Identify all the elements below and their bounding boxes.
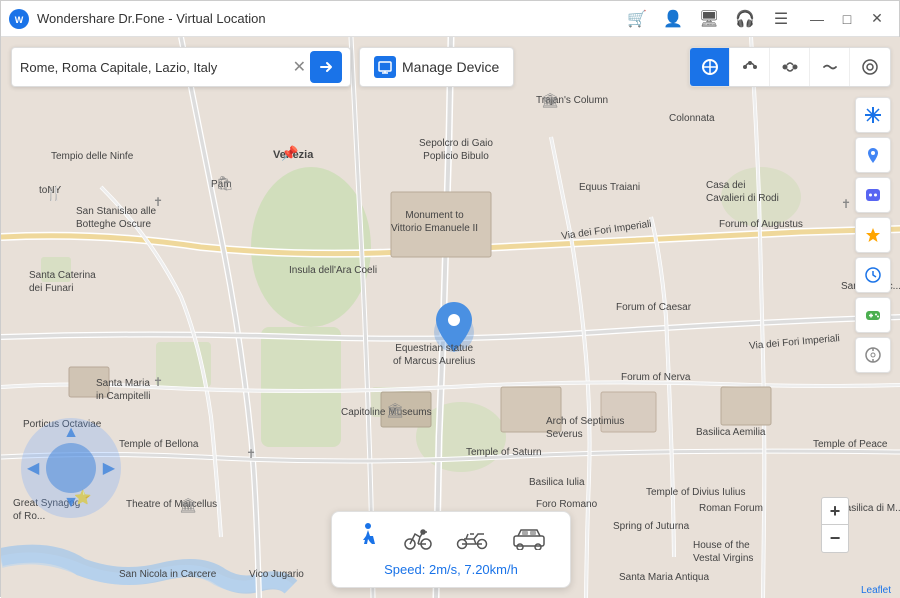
search-box: ✕ (11, 47, 351, 87)
car-mode-button[interactable] (512, 526, 546, 550)
headphone-icon-btn[interactable]: 🎧 (731, 5, 759, 33)
manage-device-button[interactable]: Manage Device (359, 47, 514, 87)
history-button[interactable] (855, 257, 891, 293)
app-icon: W (9, 9, 29, 29)
zoom-out-button[interactable]: − (821, 525, 849, 553)
teleport-mode-button[interactable] (690, 47, 730, 87)
speed-text: Speed: 2m/s, 7.20km/h (384, 562, 518, 577)
window-controls: — □ ✕ (803, 5, 891, 33)
joystick[interactable]: ▲ ▼ ◀ ▶ (21, 418, 121, 518)
game-button[interactable] (855, 297, 891, 333)
user-icon-btn[interactable]: 👤 (659, 5, 687, 33)
joystick-outer[interactable]: ▲ ▼ ◀ ▶ (21, 418, 121, 518)
zoom-in-button[interactable]: + (821, 497, 849, 525)
moped-mode-button[interactable] (456, 524, 488, 552)
maximize-button[interactable]: □ (833, 5, 861, 33)
manage-device-label: Manage Device (402, 59, 499, 75)
joystick-right[interactable]: ▶ (103, 458, 115, 478)
favorites-button[interactable] (855, 217, 891, 253)
freeze-button[interactable] (855, 97, 891, 133)
settings-mode-button[interactable] (850, 47, 890, 87)
titlebar: W Wondershare Dr.Fone - Virtual Location… (1, 1, 899, 37)
walk-mode-button[interactable] (356, 522, 380, 554)
bike-mode-button[interactable] (404, 524, 432, 552)
speed-bar: Speed: 2m/s, 7.20km/h (331, 511, 571, 588)
app-title: Wondershare Dr.Fone - Virtual Location (37, 11, 623, 26)
cart-icon-btn[interactable]: 🛒 (623, 5, 651, 33)
two-stop-route-button[interactable] (770, 47, 810, 87)
menu-icon-btn[interactable]: ☰ (767, 5, 795, 33)
search-clear-icon[interactable]: ✕ (293, 57, 306, 77)
search-go-button[interactable] (310, 51, 342, 83)
header-icons: 🛒 👤 🖥 🎧 ☰ (623, 5, 795, 33)
speed-value: 2m/s, 7.20km/h (429, 562, 518, 577)
compass-button[interactable] (855, 337, 891, 373)
manage-device-icon (374, 56, 396, 78)
svg-text:W: W (15, 15, 24, 25)
mode-toolbar (689, 47, 891, 87)
joystick-mode-button[interactable] (810, 47, 850, 87)
discord-button[interactable] (855, 177, 891, 213)
top-bar: ✕ Manage Device (11, 47, 891, 87)
joystick-down[interactable]: ▼ (63, 494, 79, 512)
joystick-left[interactable]: ◀ (27, 458, 39, 478)
speed-label: Speed: (384, 562, 425, 577)
speed-mode-icons (356, 522, 546, 554)
minimize-button[interactable]: — (803, 5, 831, 33)
joystick-up[interactable]: ▲ (63, 424, 79, 442)
google-maps-button[interactable] (855, 137, 891, 173)
main-area: Church of the Gesù Torre delle Milizie T… (1, 37, 900, 598)
leaflet-attribution[interactable]: Leaflet (861, 585, 891, 596)
joystick-center[interactable] (46, 443, 96, 493)
monitor-icon-btn[interactable]: 🖥 (695, 5, 723, 33)
zoom-controls: + − (821, 497, 849, 553)
close-button[interactable]: ✕ (863, 5, 891, 33)
multi-stop-route-button[interactable] (730, 47, 770, 87)
search-input[interactable] (20, 60, 293, 75)
right-sidebar (855, 97, 891, 373)
